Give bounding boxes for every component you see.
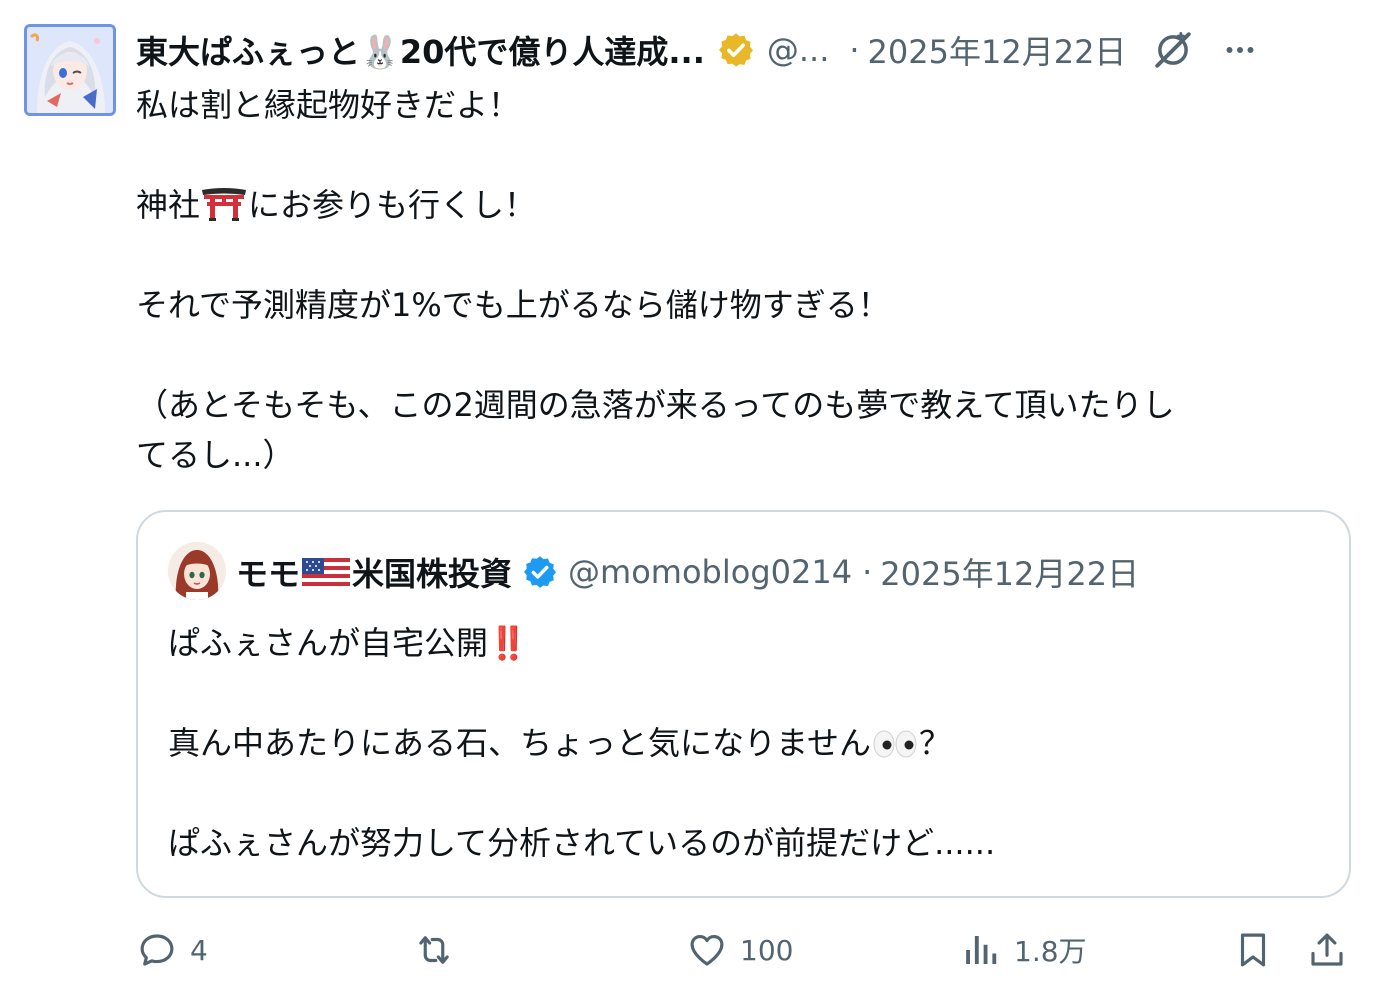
tweet-line: 神社 にお参りも行くし！	[136, 180, 1346, 230]
quoted-text-fragment: ぱふぇさんが自宅公開	[168, 624, 489, 662]
author-handle[interactable]: @...	[767, 31, 830, 69]
tweet-line: てるし...）	[136, 436, 295, 474]
tweet-line: （あとそもそも、この2週間の急落が来るってのも夢で教えて頂いたりし	[136, 386, 1175, 424]
tweet-card[interactable]: 東大ぱふぇっと🐰20代で億り人達成... @... · 2025年12月22日 …	[0, 0, 1379, 989]
quoted-post-date[interactable]: 2025年12月22日	[880, 549, 1139, 595]
reply-icon	[140, 934, 174, 966]
reply-count: 4	[190, 933, 208, 967]
quoted-author-avatar[interactable]	[168, 542, 226, 600]
bookmark-icon	[1240, 933, 1266, 967]
tweet-text-fragment: にお参りも行くし！	[248, 186, 537, 224]
quoted-line: ぱふぇさんが努力して分析されているのが前提だけど......	[168, 824, 996, 862]
share-button[interactable]	[1306, 922, 1348, 978]
quoted-line: 真ん中あたりにある石、ちょっと気になりません ？	[168, 718, 1318, 768]
more-icon[interactable]	[1222, 32, 1258, 68]
quoted-line: ぱふぇさんが自宅公開‼️	[168, 618, 1318, 668]
views-chart-icon	[966, 936, 997, 964]
views-count: 1.8万	[1014, 935, 1087, 968]
like-count: 100	[740, 933, 794, 967]
reply-button[interactable]: 4	[136, 922, 208, 978]
retweet-icon	[419, 936, 449, 964]
us-flag-emoji	[302, 558, 351, 586]
quoted-header: モモ 米国株投資 @momoblog0214 · 2025年12月22日	[236, 548, 1139, 596]
quoted-text-fragment: 真ん中あたりにある石、ちょっと気になりません	[168, 724, 872, 762]
eyes-emoji	[873, 730, 917, 758]
heart-icon	[690, 934, 724, 966]
author-display-name[interactable]: 東大ぱふぇっと🐰20代で億り人達成...	[136, 27, 705, 73]
share-icon	[1311, 933, 1343, 966]
grok-icon[interactable]	[1152, 29, 1194, 71]
double-exclamation-emoji: ‼️	[488, 624, 528, 662]
quoted-avatar-illustration	[168, 542, 226, 600]
quoted-body: ぱふぇさんが自宅公開‼️ 真ん中あたりにある石、ちょっと気になりません ？ ぱふ…	[168, 618, 1318, 868]
quoted-tweet[interactable]: モモ 米国株投資 @momoblog0214 · 2025年12月22日 ぱふぇ…	[136, 510, 1351, 898]
action-bar: 4 100 1.8万	[136, 922, 1351, 978]
separator-dot: ·	[849, 31, 860, 69]
tweet-text-fragment: 神社	[136, 186, 201, 224]
tweet-line: 私は割と縁起物好きだよ！	[136, 86, 521, 124]
quoted-display-name-part[interactable]: モモ	[236, 549, 300, 595]
quoted-handle[interactable]: @momoblog0214	[568, 553, 852, 591]
torii-gate-emoji	[202, 188, 247, 221]
verified-blue-badge-icon[interactable]	[522, 554, 558, 590]
tweet-line: それで予測精度が1%でも上がるなら儲け物すぎる！	[136, 286, 890, 324]
like-button[interactable]: 100	[686, 922, 793, 978]
quoted-text-fragment: ？	[919, 724, 952, 762]
verified-gold-badge-icon[interactable]	[717, 31, 755, 69]
bookmark-button[interactable]	[1232, 922, 1274, 978]
tweet-body: 私は割と縁起物好きだよ！ 神社 にお参りも行くし！ それで予測精度が1%でも上が…	[136, 80, 1346, 480]
tweet-header: 東大ぱふぇっと🐰20代で億り人達成... @... · 2025年12月22日	[136, 26, 1361, 74]
views-button[interactable]: 1.8万	[960, 922, 1087, 978]
post-date[interactable]: 2025年12月22日	[868, 27, 1127, 73]
quoted-display-name-part[interactable]: 米国株投資	[352, 549, 512, 595]
retweet-button[interactable]	[412, 922, 468, 978]
avatar-illustration	[27, 27, 113, 113]
separator-dot: ·	[862, 553, 873, 591]
author-avatar[interactable]	[24, 24, 116, 116]
